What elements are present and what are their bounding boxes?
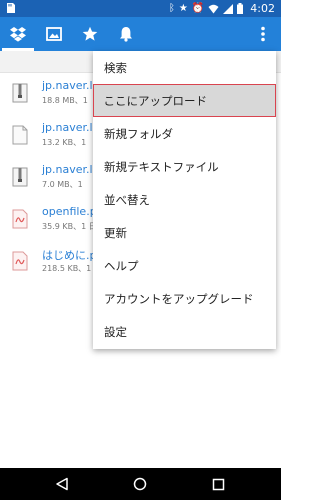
recents-button[interactable] (198, 468, 238, 500)
more-vert-icon (261, 26, 265, 42)
status-bar: ᛒ ★ ⏰ 4:02 (0, 0, 281, 17)
signal-icon (223, 3, 234, 14)
pdf-file-icon (12, 209, 28, 229)
notifications-bell-icon (120, 27, 132, 42)
bluetooth-icon: ᛒ (168, 3, 175, 14)
battery-icon (237, 3, 244, 14)
tab-photos[interactable] (36, 17, 72, 51)
menu-item-new-text-file[interactable]: 新規テキストファイル (93, 150, 276, 183)
file-name: はじめに.p (42, 249, 97, 262)
alarm-icon: ⏰ (191, 3, 205, 14)
wifi-icon (208, 4, 219, 13)
file-meta: 7.0 MB、1 (42, 180, 83, 189)
menu-item-help[interactable]: ヘルプ (93, 249, 276, 282)
home-icon (133, 477, 147, 491)
archive-file-icon (12, 167, 28, 187)
menu-item-sort[interactable]: 並べ替え (93, 183, 276, 216)
file-meta: 18.8 MB、1 (42, 96, 88, 105)
photos-icon (46, 27, 62, 41)
tab-notifications[interactable] (108, 17, 144, 51)
system-nav-bar (0, 468, 281, 500)
tab-favorites[interactable] (72, 17, 108, 51)
file-meta: 35.9 KB、1 日 (42, 222, 97, 231)
dropbox-screen: ᛒ ★ ⏰ 4:02 jp.naver.lin 18.8 MB、1 jp.nav… (0, 0, 281, 500)
menu-item-new-folder[interactable]: 新規フォルダ (93, 117, 276, 150)
dropbox-icon (10, 27, 26, 42)
menu-item-settings[interactable]: 設定 (93, 315, 276, 348)
file-meta: 13.2 KB、1 (42, 138, 87, 147)
menu-item-upload-here[interactable]: ここにアップロード (93, 84, 276, 117)
menu-item-search[interactable]: 検索 (93, 51, 276, 84)
document-file-icon (12, 125, 28, 145)
favorites-star-icon (82, 26, 98, 41)
recents-icon (212, 478, 224, 490)
pdf-file-icon (12, 251, 28, 271)
menu-item-refresh[interactable]: 更新 (93, 216, 276, 249)
back-icon (56, 477, 68, 491)
star-icon: ★ (178, 3, 188, 14)
archive-file-icon (12, 83, 28, 103)
sd-card-notification-icon (7, 3, 15, 13)
tab-dropbox[interactable] (0, 17, 36, 51)
status-clock: 4:02 (250, 2, 275, 15)
home-button[interactable] (120, 468, 160, 500)
file-meta: 218.5 KB、1 (42, 264, 92, 273)
menu-item-upgrade-account[interactable]: アカウントをアップグレード (93, 282, 276, 315)
back-button[interactable] (42, 468, 82, 500)
overflow-popup-menu: 検索 ここにアップロード 新規フォルダ 新規テキストファイル 並べ替え 更新 ヘ… (93, 51, 276, 349)
app-toolbar (0, 17, 281, 51)
overflow-menu-button[interactable] (251, 17, 275, 51)
